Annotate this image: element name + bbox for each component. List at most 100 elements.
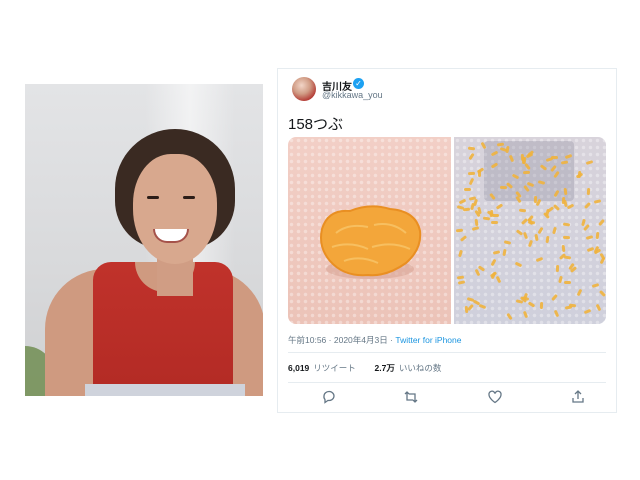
tweet-actions	[278, 389, 616, 405]
pulp-vesicle	[515, 299, 524, 305]
pulp-vesicle	[458, 280, 466, 286]
left-eye	[147, 196, 159, 199]
pulp-vesicle	[473, 198, 479, 207]
tweet-media[interactable]	[288, 137, 606, 324]
pulp-vesicle	[490, 258, 497, 267]
pulp-vesicle	[586, 235, 594, 240]
tweet-time[interactable]: 午前10:56	[288, 335, 326, 345]
pulp-vesicle	[596, 303, 602, 312]
pulp-vesicle	[527, 239, 533, 247]
pulp-vesicle	[474, 268, 481, 277]
tweet-source-link[interactable]: Twitter for iPhone	[395, 335, 461, 345]
pulp-vesicle	[519, 208, 527, 213]
pulp-vesicle	[468, 171, 476, 175]
likes-label: いいねの数	[398, 363, 442, 373]
likes-stat[interactable]: 2.7万 いいねの数	[375, 363, 442, 373]
pulp-vesicle	[534, 233, 539, 242]
pulp-vesicle	[586, 187, 591, 195]
pulp-vesicle	[595, 231, 600, 239]
pulp-vesicle	[457, 275, 465, 280]
tweet-meta: 午前10:56 · 2020年4月3日 · Twitter for iPhone	[288, 334, 461, 346]
pulp-vesicle	[562, 222, 570, 227]
pulp-vesicle	[537, 226, 544, 235]
pulp-vesicle	[556, 265, 560, 273]
pulp-vesicle	[459, 198, 467, 205]
pulp-vesicle	[593, 199, 601, 204]
pulp-vesicle	[495, 203, 504, 210]
share-icon[interactable]	[570, 389, 586, 405]
tweet-date[interactable]: 2020年4月3日	[334, 335, 388, 345]
pulp-vesicle	[562, 235, 571, 240]
pulp-vesicle	[515, 261, 523, 268]
pulp-vesicle	[467, 146, 475, 151]
pulp-vesicle	[551, 293, 559, 302]
pulp-vesicle	[506, 312, 513, 321]
pulp-vesicle	[553, 309, 559, 318]
pulp-vesicle	[492, 250, 501, 256]
pulp-vesicle	[591, 283, 600, 289]
tweet-text: 158つぶ	[288, 116, 344, 133]
pulp-vesicle	[474, 218, 479, 227]
pulp-vesicle	[527, 220, 535, 225]
pulp-vesicle	[505, 145, 510, 154]
media-photo-pulp[interactable]	[454, 137, 606, 324]
pulp-vesicle	[460, 235, 468, 243]
heart-icon[interactable]	[487, 389, 503, 405]
reply-icon[interactable]	[321, 389, 337, 405]
pulp-vesicle	[564, 280, 572, 284]
pulp-vesicle	[599, 256, 606, 265]
pulp-vesicle	[597, 219, 605, 227]
retweets-count: 6,019	[288, 363, 310, 373]
orange-segment-illustration	[320, 205, 422, 279]
pulp-vesicle	[546, 206, 554, 214]
pulp-vesicle	[561, 244, 566, 252]
pulp-vesicle	[492, 213, 500, 217]
tweet-card: 吉川友 ✓ @kikkawa_you 158つぶ 午前10:56 · 2020年…	[277, 68, 617, 413]
pulp-vesicle	[552, 227, 558, 235]
pulp-vesicle	[467, 303, 475, 312]
divider-2	[288, 382, 606, 383]
face	[133, 154, 217, 264]
divider	[288, 352, 606, 353]
retweet-icon[interactable]	[403, 389, 419, 405]
pulp-vesicle	[478, 265, 486, 273]
pulp-vesicle	[471, 226, 479, 232]
pulp-vesicle	[552, 203, 560, 211]
pulp-vesicle	[583, 201, 591, 209]
pulp-vesicle	[501, 249, 507, 257]
meta-separator: ·	[328, 335, 332, 345]
tweet-stats: 6,019 リツイート 2.7万 いいねの数	[288, 362, 441, 374]
pulp-vesicle	[483, 216, 491, 221]
pulp-vesicle	[558, 275, 563, 284]
pulp-vesicle	[566, 203, 575, 210]
pulp-vesicle	[478, 303, 487, 310]
pulp-vesicle	[455, 228, 464, 233]
right-eye	[183, 196, 195, 199]
pulp-vesicle	[515, 228, 524, 236]
pulp-vesicle	[464, 188, 472, 192]
retweets-label: リツイート	[313, 363, 356, 373]
meta-separator-2: ·	[390, 335, 393, 345]
pulp-vesicle	[457, 249, 463, 258]
retweets-stat[interactable]: 6,019 リツイート	[288, 363, 356, 373]
pulp-vesicle	[491, 220, 499, 225]
pulp-vesicle	[504, 240, 512, 245]
pulp-vesicle	[523, 231, 529, 240]
pulp-vesicle	[539, 301, 544, 309]
avatar[interactable]	[292, 77, 316, 101]
pulp-vesicle	[522, 310, 529, 319]
pulp-vesicle	[527, 300, 536, 308]
pulp-vesicle	[495, 275, 502, 284]
woman-photo	[25, 84, 263, 396]
pulp-vesicle	[535, 256, 544, 262]
verified-badge-icon: ✓	[353, 78, 364, 89]
pulp-vesicle	[564, 305, 572, 310]
pulp-vesicle	[583, 308, 592, 315]
pulp-vesicle	[469, 177, 475, 186]
pulp-vesicle	[599, 290, 606, 298]
media-photo-orange[interactable]	[288, 137, 451, 324]
pulp-vesicle	[477, 207, 483, 215]
pulp-vesicle	[522, 170, 530, 174]
pulp-vesicle	[576, 289, 583, 297]
author-handle[interactable]: @kikkawa_you	[322, 90, 383, 100]
